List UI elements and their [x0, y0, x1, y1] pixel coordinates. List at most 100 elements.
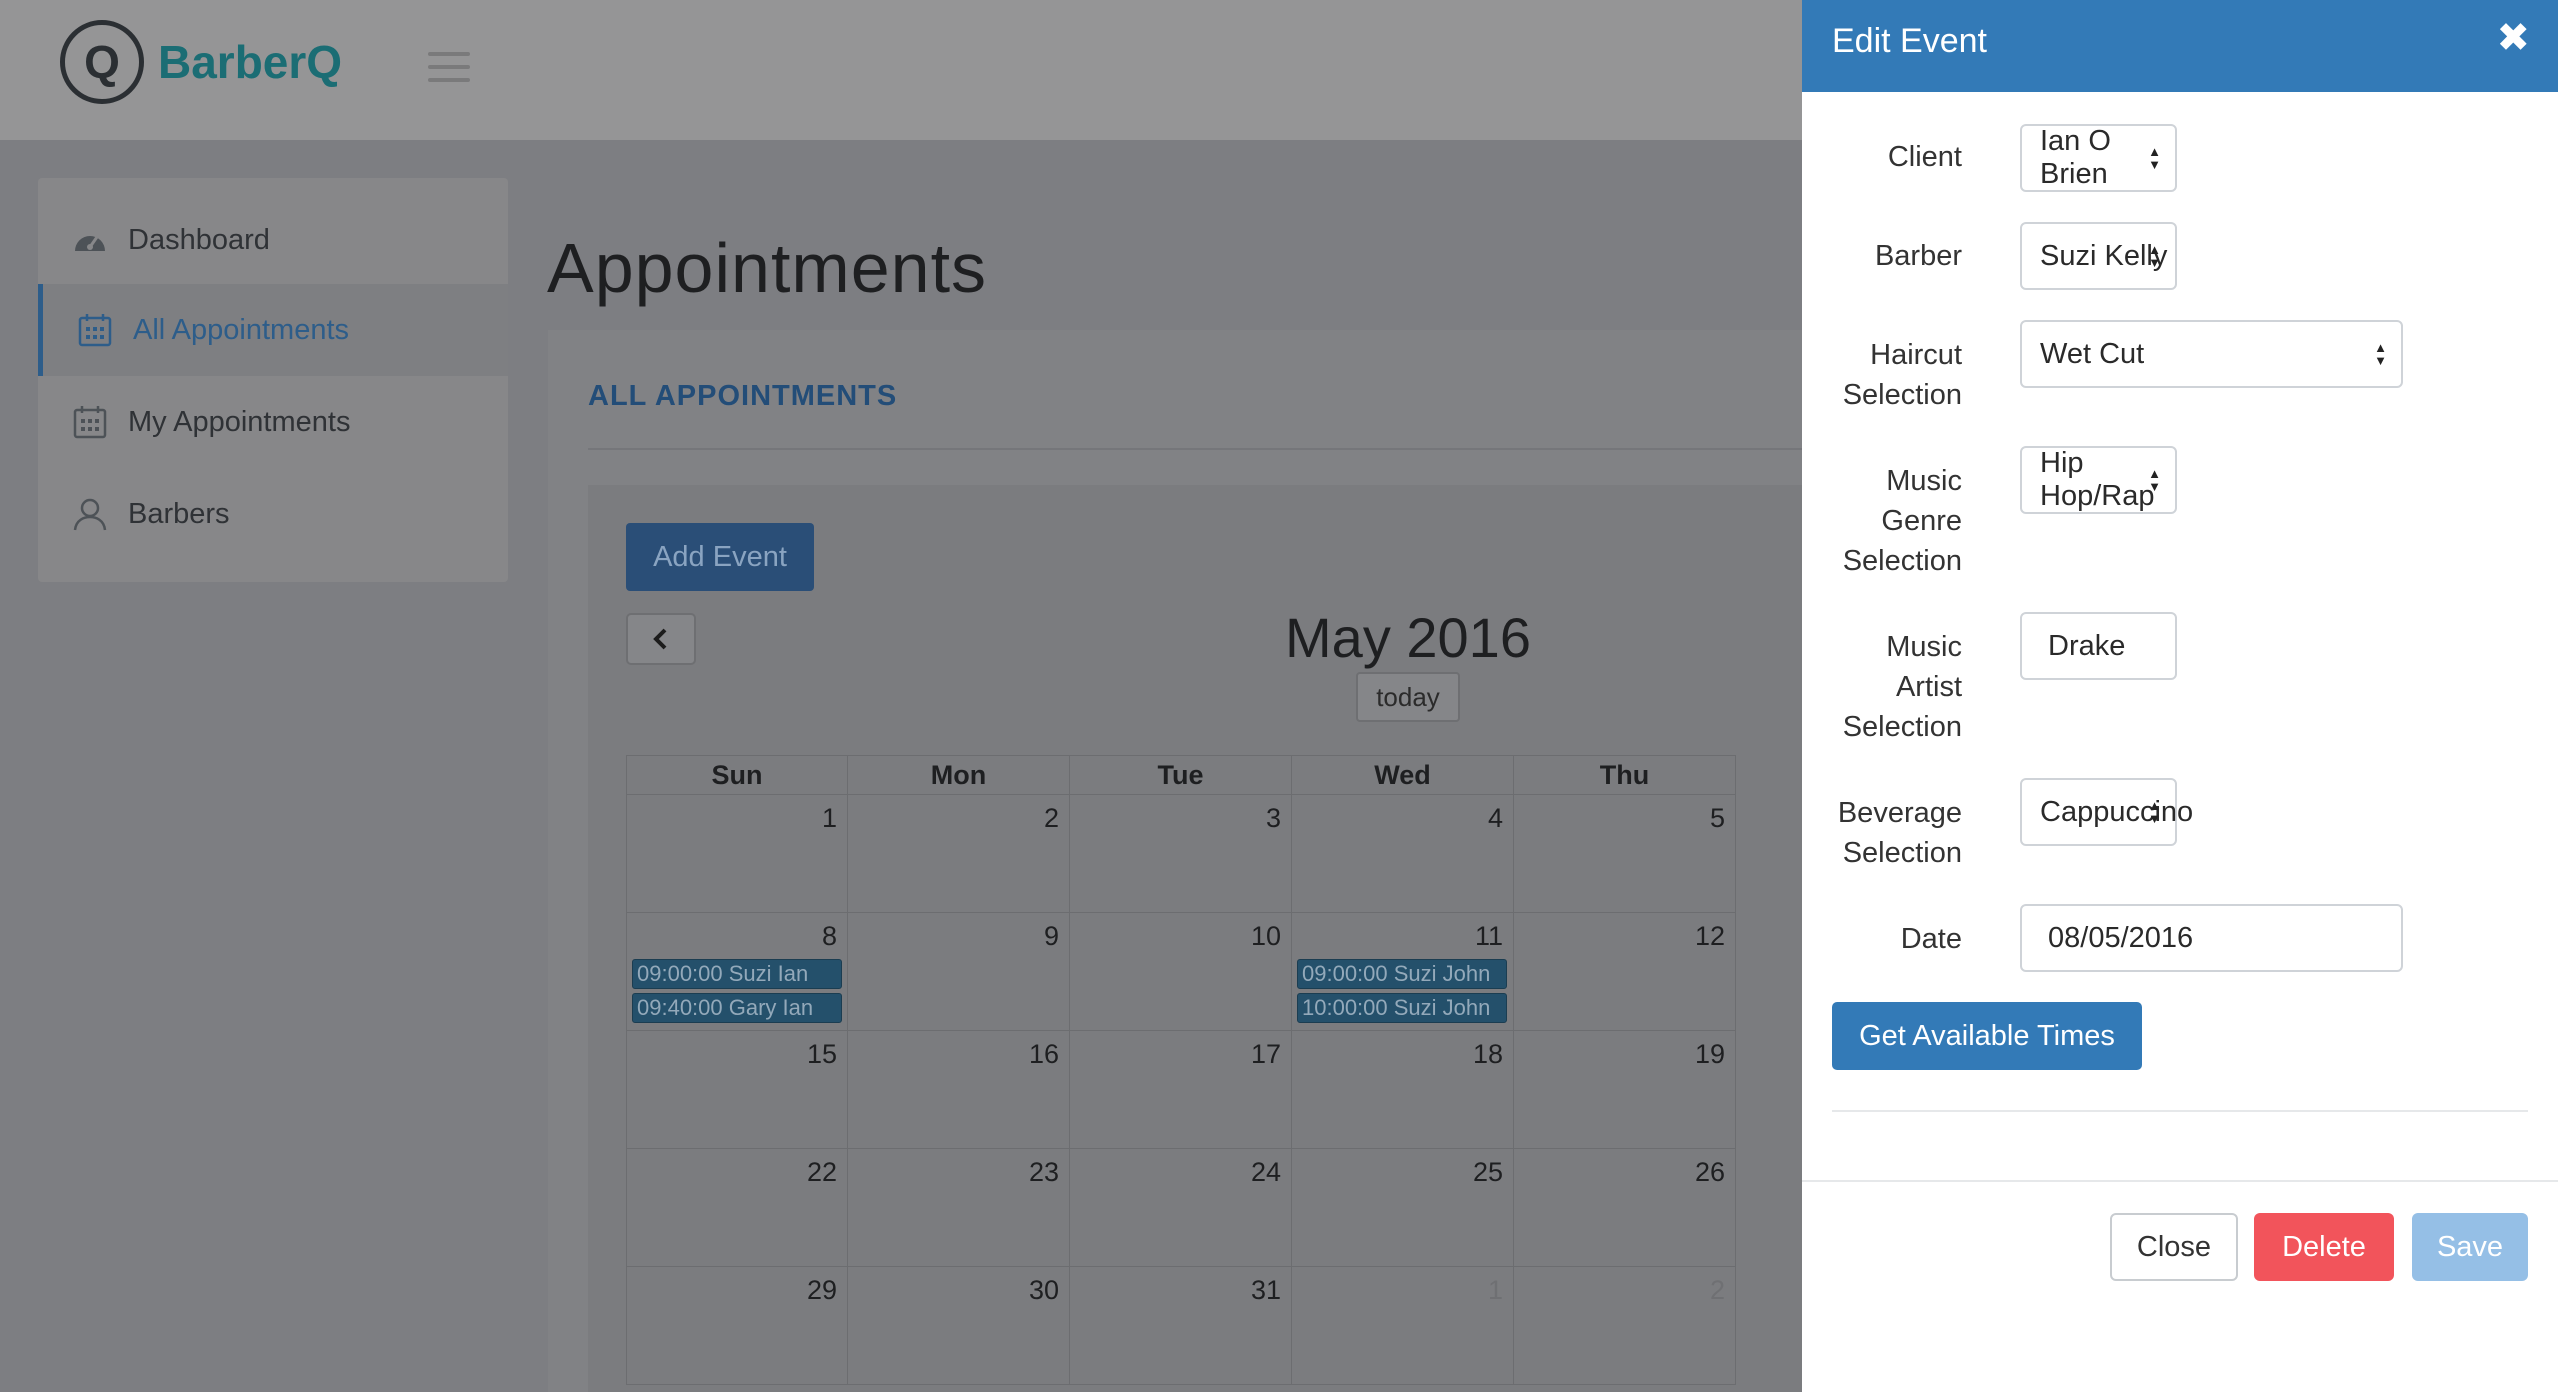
calendar-day-cell[interactable]: 5 [1514, 795, 1736, 913]
calendar-day-cell[interactable]: 29 [626, 1267, 848, 1385]
calendar-day-cell[interactable]: 18 [1292, 1031, 1514, 1149]
day-number: 10 [1250, 921, 1281, 951]
calendar-event[interactable]: 09:40:00 Gary Ian [632, 993, 842, 1023]
select-arrows-icon: ▲ ▼ [2148, 798, 2161, 826]
calendar-day-cell[interactable]: 24 [1070, 1149, 1292, 1267]
calendar-day-cell[interactable]: 10 [1070, 913, 1292, 1031]
barber-label-wrap: Barber [1802, 236, 1962, 276]
close-icon[interactable]: ✖ [2496, 18, 2530, 58]
prev-month-button[interactable] [626, 613, 696, 665]
barber-select[interactable]: Suzi Kelly ▲ ▼ [2020, 222, 2177, 290]
sidebar-item-dashboard[interactable]: Dashboard [38, 194, 508, 286]
calendar-day-cell[interactable]: 9 [848, 913, 1070, 1031]
calendar-day-cell[interactable]: 16 [848, 1031, 1070, 1149]
weekday-label: Mon [848, 755, 1070, 795]
genre-label-line: Selection [1842, 545, 1962, 577]
calendar-week-row: 22 23 24 25 26 [626, 1149, 1736, 1267]
day-number: 16 [1028, 1039, 1059, 1069]
client-label-wrap: Client [1802, 137, 1962, 177]
sidebar-item-label: Barbers [128, 497, 230, 530]
divider [588, 448, 1808, 450]
calendar-day-cell[interactable]: 3 [1070, 795, 1292, 913]
haircut-select-value: Wet Cut [2040, 337, 2145, 370]
today-button[interactable]: today [1356, 672, 1460, 722]
calendar-day-cell[interactable]: 22 [626, 1149, 848, 1267]
calendar-icon [72, 404, 108, 440]
close-button[interactable]: Close [2110, 1213, 2238, 1281]
weekday-label: Wed [1292, 755, 1514, 795]
day-number: 29 [806, 1275, 837, 1305]
calendar-day-cell[interactable]: 2 [848, 795, 1070, 913]
select-arrows-icon: ▲ ▼ [2148, 242, 2161, 270]
select-arrows-icon: ▲ ▼ [2148, 466, 2161, 494]
date-label-wrap: Date [1802, 919, 1962, 959]
day-number: 3 [1265, 803, 1281, 833]
chevron-left-icon [653, 628, 667, 650]
calendar-day-cell[interactable]: 4 [1292, 795, 1514, 913]
sidebar-item-my-appointments[interactable]: My Appointments [38, 376, 508, 468]
artist-label-line: Music [1886, 631, 1962, 663]
day-number: 4 [1487, 803, 1503, 833]
calendar-grid: Sun Mon Tue Wed Thu 1 2 3 4 5 8 09:00:00 Suzi … [626, 755, 1808, 1392]
calendar-day-cell[interactable]: 12 [1514, 913, 1736, 1031]
genre-select[interactable]: Hip Hop/Rap ▲ ▼ [2020, 446, 2177, 514]
haircut-label-wrap: Haircut Selection [1802, 335, 1962, 415]
sidebar-item-label: All Appointments [133, 313, 350, 346]
day-number: 2 [1043, 803, 1059, 833]
calendar-event[interactable]: 09:00:00 Suzi John [1297, 959, 1507, 989]
modal-header: Edit Event ✖ [1802, 0, 2558, 92]
weekday-label: Sun [626, 755, 848, 795]
beverage-select[interactable]: Cappuccino ▲ ▼ [2020, 778, 2193, 846]
beverage-label-line: Selection [1842, 837, 1962, 869]
day-number: 2 [1709, 1275, 1725, 1305]
calendar-day-cell[interactable]: 31 [1070, 1267, 1292, 1385]
calendar-day-cell[interactable]: 1 [1292, 1267, 1514, 1385]
artist-input[interactable] [2020, 612, 2177, 680]
day-number: 18 [1472, 1039, 1503, 1069]
artist-label-line: Artist [1895, 671, 1962, 703]
save-button[interactable]: Save [2412, 1213, 2528, 1281]
delete-button[interactable]: Delete [2254, 1213, 2394, 1281]
client-select[interactable]: Ian O Brien ▲ ▼ [2020, 124, 2177, 192]
edit-event-modal: Edit Event ✖ Client Ian O Brien ▲ ▼ Barbe… [1802, 0, 2558, 1392]
app-name: BarberQ [158, 36, 343, 88]
get-available-times-button[interactable]: Get Available Times [1832, 1002, 2142, 1070]
weekday-label: Thu [1514, 755, 1736, 795]
calendar-day-cell[interactable]: 30 [848, 1267, 1070, 1385]
calendar-icon [77, 312, 113, 348]
calendar-day-cell[interactable]: 26 [1514, 1149, 1736, 1267]
date-label: Date [1900, 923, 1962, 955]
date-input[interactable] [2020, 904, 2403, 972]
calendar-day-cell[interactable]: 17 [1070, 1031, 1292, 1149]
calendar-day-cell[interactable]: 23 [848, 1149, 1070, 1267]
day-number: 15 [806, 1039, 837, 1069]
calendar-day-cell[interactable]: 15 [626, 1031, 848, 1149]
day-number: 1 [821, 803, 837, 833]
calendar-event[interactable]: 09:00:00 Suzi Ian [632, 959, 842, 989]
hamburger-menu-icon[interactable] [428, 52, 470, 91]
artist-label-line: Selection [1842, 711, 1962, 743]
haircut-select[interactable]: Wet Cut ▲ ▼ [2020, 320, 2403, 388]
add-event-button[interactable]: Add Event [626, 523, 814, 591]
day-number: 26 [1694, 1157, 1725, 1187]
day-number: 9 [1043, 921, 1059, 951]
calendar-day-cell[interactable]: 19 [1514, 1031, 1736, 1149]
calendar-event[interactable]: 10:00:00 Suzi John [1297, 993, 1507, 1023]
day-number: 5 [1709, 803, 1725, 833]
select-arrows-icon: ▲ ▼ [2374, 340, 2387, 368]
beverage-label-wrap: Beverage Selection [1802, 793, 1962, 873]
beverage-label-line: Beverage [1837, 797, 1962, 829]
app-logo[interactable]: Q BarberQ [60, 20, 342, 104]
calendar-day-cell[interactable]: 25 [1292, 1149, 1514, 1267]
artist-label-wrap: Music Artist Selection [1802, 627, 1962, 747]
sidebar-item-all-appointments[interactable]: All Appointments [38, 284, 508, 376]
sidebar-item-barbers[interactable]: Barbers [38, 468, 508, 560]
calendar-day-cell[interactable]: 1 [626, 795, 848, 913]
day-number: 11 [1474, 921, 1503, 951]
page-title: Appointments [547, 229, 988, 307]
calendar-day-cell[interactable]: 8 09:00:00 Suzi Ian 09:40:00 Gary Ian [626, 913, 848, 1031]
calendar-day-cell[interactable]: 11 09:00:00 Suzi John 10:00:00 Suzi John [1292, 913, 1514, 1031]
calendar-day-cell[interactable]: 2 [1514, 1267, 1736, 1385]
day-number: 8 [821, 921, 837, 951]
day-number: 24 [1250, 1157, 1281, 1187]
